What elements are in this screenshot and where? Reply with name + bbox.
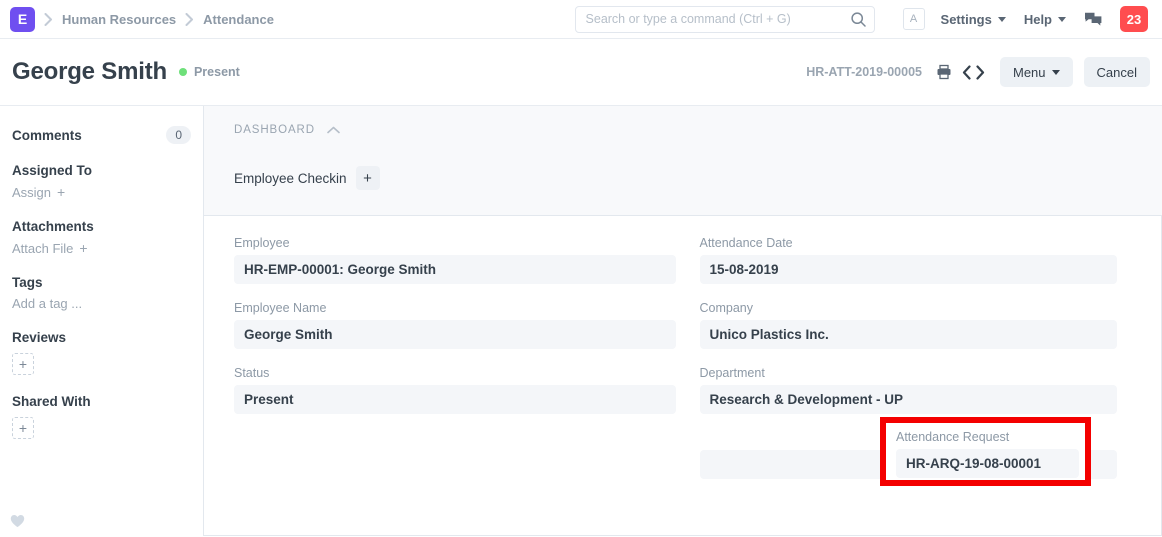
app-logo[interactable]: E <box>10 6 35 32</box>
menu-button-label: Menu <box>1013 64 1046 80</box>
avatar[interactable]: A <box>902 8 925 30</box>
notification-badge[interactable]: 23 <box>1120 6 1148 32</box>
add-tag-input[interactable]: Add a tag ... <box>12 296 191 311</box>
form-section: Employee HR-EMP-00001: George Smith Empl… <box>204 216 1162 536</box>
print-icon[interactable] <box>936 64 952 80</box>
heart-icon[interactable] <box>10 514 25 528</box>
chevron-down-icon <box>1058 16 1066 22</box>
field-company-value[interactable]: Unico Plastics Inc. <box>699 320 1117 349</box>
breadcrumb-attendance[interactable]: Attendance <box>203 12 274 27</box>
sidebar-section-assigned-to: Assigned To Assign + <box>12 163 191 200</box>
settings-menu[interactable]: Settings <box>941 12 1006 27</box>
previous-document-icon[interactable] <box>961 64 972 80</box>
field-employee-label: Employee <box>234 236 290 250</box>
sidebar: Comments 0 Assigned To Assign + Attachme… <box>0 106 204 536</box>
top-navbar: E Human Resources Attendance A Settings … <box>0 0 1162 39</box>
field-attendance-date: Attendance Date 15-08-2019 <box>699 236 1117 284</box>
plus-icon: + <box>79 240 88 256</box>
assign-button[interactable]: Assign + <box>12 184 191 200</box>
page-title: George Smith <box>12 58 167 85</box>
sidebar-section-attachments: Attachments Attach File + <box>12 219 191 256</box>
field-employee-name: Employee Name George Smith <box>234 301 676 349</box>
page-body: Comments 0 Assigned To Assign + Attachme… <box>0 106 1162 536</box>
sidebar-section-reviews: Reviews + <box>12 330 191 375</box>
menu-button[interactable]: Menu <box>1000 57 1073 87</box>
chevron-down-icon <box>997 16 1006 22</box>
field-employee-value[interactable]: HR-EMP-00001: George Smith <box>234 255 676 284</box>
field-status-label: Status <box>234 366 270 380</box>
assign-label: Assign <box>12 184 52 200</box>
document-titlebar: George Smith Present HR-ATT-2019-00005 M… <box>0 39 1162 106</box>
plus-icon: + <box>57 184 66 200</box>
add-review-button[interactable]: + <box>12 353 34 375</box>
attach-file-button[interactable]: Attach File + <box>12 240 191 256</box>
search-icon[interactable] <box>850 11 866 27</box>
assigned-to-label: Assigned To <box>12 163 93 178</box>
document-id: HR-ATT-2019-00005 <box>806 65 922 79</box>
chat-icon[interactable] <box>1084 11 1103 27</box>
status-label: Present <box>193 65 240 79</box>
field-employee-name-value[interactable]: George Smith <box>234 320 676 349</box>
search-box[interactable] <box>574 5 875 33</box>
next-document-icon[interactable] <box>975 64 986 80</box>
status-badge: Present <box>178 65 240 79</box>
settings-label: Settings <box>940 11 992 27</box>
attendance-request-highlight-box: Attendance Request HR-ARQ-19-08-00001 <box>880 417 1091 486</box>
comments-label: Comments <box>12 127 82 143</box>
breadcrumb-chevron-icon <box>44 12 53 26</box>
sidebar-section-comments[interactable]: Comments 0 <box>12 126 191 144</box>
field-status-value[interactable]: Present <box>234 385 676 414</box>
attach-file-label: Attach File <box>12 240 74 256</box>
dashboard-header[interactable]: DASHBOARD <box>234 124 1162 136</box>
employee-checkin-row: Employee Checkin + <box>234 166 1162 190</box>
field-company-label: Company <box>699 301 754 315</box>
field-department-value[interactable]: Research & Development - UP <box>699 385 1117 414</box>
field-department: Department Research & Development - UP <box>699 366 1117 414</box>
dashboard-section: DASHBOARD Employee Checkin + <box>204 106 1162 216</box>
field-attendance-request-label: Attendance Request <box>896 430 1010 444</box>
field-status: Status Present <box>234 366 676 414</box>
chevron-down-icon <box>1051 69 1060 75</box>
field-attendance-request-value[interactable]: HR-ARQ-19-08-00001 <box>896 449 1079 478</box>
chevron-up-icon[interactable] <box>327 126 340 134</box>
attachments-label: Attachments <box>12 219 94 234</box>
help-label: Help <box>1023 11 1052 27</box>
field-employee: Employee HR-EMP-00001: George Smith <box>234 236 676 284</box>
breadcrumb-chevron-icon <box>185 12 194 26</box>
status-dot-icon <box>178 68 187 76</box>
shared-with-label: Shared With <box>12 394 91 409</box>
field-attendance-date-label: Attendance Date <box>699 236 793 250</box>
field-company: Company Unico Plastics Inc. <box>699 301 1117 349</box>
field-department-label: Department <box>699 366 765 380</box>
employee-checkin-label: Employee Checkin <box>234 170 347 186</box>
field-attendance-date-value[interactable]: 15-08-2019 <box>699 255 1117 284</box>
comments-count: 0 <box>166 126 191 144</box>
add-shared-user-button[interactable]: + <box>12 417 34 439</box>
main-content: DASHBOARD Employee Checkin + Employee HR… <box>204 106 1162 536</box>
help-menu[interactable]: Help <box>1024 12 1066 27</box>
add-employee-checkin-button[interactable]: + <box>355 166 380 190</box>
sidebar-section-shared-with: Shared With + <box>12 394 191 439</box>
form-column-left: Employee HR-EMP-00001: George Smith Empl… <box>234 236 676 535</box>
sidebar-section-tags: Tags Add a tag ... <box>12 275 191 311</box>
field-employee-name-label: Employee Name <box>234 301 327 315</box>
tags-label: Tags <box>12 275 43 290</box>
search-input[interactable] <box>585 12 851 26</box>
form-column-right: Attendance Date 15-08-2019 Company Unico… <box>676 236 1117 535</box>
reviews-label: Reviews <box>12 330 67 345</box>
breadcrumb-human-resources[interactable]: Human Resources <box>62 12 176 27</box>
dashboard-section-title: DASHBOARD <box>234 124 315 136</box>
cancel-button[interactable]: Cancel <box>1083 57 1150 87</box>
